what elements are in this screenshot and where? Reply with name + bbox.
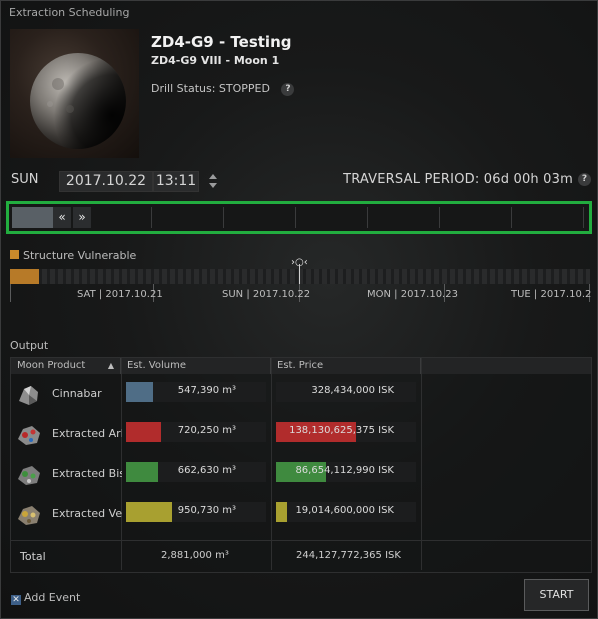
drill-status: Drill Status: STOPPED ? (151, 82, 295, 96)
schedule-row: SUN 2017.10.22 13:11 TRAVERSAL PERIOD: 0… (9, 171, 593, 192)
extracted-ark-ore-icon (15, 421, 43, 449)
table-row[interactable]: Extracted Vel 950,730 m³ 19,014,600,000 … (11, 495, 591, 535)
cinnabar-ore-icon (15, 381, 43, 409)
now-line (299, 264, 300, 284)
price-value: 19,014,600,000 ISK (295, 505, 394, 516)
volume-value: 950,730 m³ (177, 505, 236, 516)
volume-bar (126, 462, 158, 482)
volume-cell: 547,390 m³ (126, 382, 266, 402)
moon-image (10, 29, 139, 158)
add-event-checkbox[interactable]: ✕ Add Event (11, 591, 80, 605)
table-row[interactable]: Cinnabar 547,390 m³ 328,434,000 ISK (11, 375, 591, 415)
spinner-up-icon (209, 174, 217, 179)
volume-value: 662,630 m³ (177, 465, 236, 476)
volume-bar (126, 422, 161, 442)
drill-help-icon[interactable]: ? (281, 82, 295, 96)
timeline-segment (295, 207, 368, 228)
vulnerability-bar (10, 269, 590, 284)
traversal-period: TRAVERSAL PERIOD: 06d 00h 03m (343, 172, 573, 187)
vulnerability-legend: Structure Vulnerable (10, 249, 136, 262)
day-tick (10, 284, 11, 302)
price-value: 138,130,625,375 ISK (289, 425, 394, 436)
total-price: 244,127,772,365 ISK (296, 550, 401, 561)
vulnerability-swatch (10, 250, 19, 259)
extraction-timeline[interactable]: « » (6, 201, 592, 234)
product-name: Extracted Ark (52, 427, 122, 440)
window-title: Extraction Scheduling (9, 6, 130, 19)
volume-cell: 950,730 m³ (126, 502, 266, 522)
day-label-sun: SUN | 2017.10.22 (222, 289, 311, 300)
timeline-segment (12, 207, 152, 228)
header-moon-product-label: Moon Product (17, 360, 86, 371)
volume-value: 547,390 m³ (177, 385, 236, 396)
traversal-help-icon[interactable]: ? (578, 173, 591, 186)
time-field[interactable]: 13:11 (153, 171, 199, 192)
price-cell: 19,014,600,000 ISK (276, 502, 416, 522)
timeline-segment (367, 207, 440, 228)
drill-status-text: Drill Status: STOPPED (151, 82, 270, 95)
price-cell: 328,434,000 ISK (276, 382, 416, 402)
table-row[interactable]: Extracted Ark 720,250 m³ 138,130,625,375… (11, 415, 591, 455)
day-label-mon: MON | 2017.10.23 (367, 289, 458, 300)
structure-name: ZD4-G9 - Testing (151, 33, 292, 51)
product-name: Cinnabar (52, 387, 102, 400)
timeline-segment (511, 207, 584, 228)
volume-cell: 662,630 m³ (126, 462, 266, 482)
total-row: Total 2,881,000 m³ 244,127,772,365 ISK (11, 540, 591, 572)
volume-bar (126, 502, 172, 522)
product-name: Extracted Vel (52, 507, 122, 520)
output-table: Moon Product ▲ Est. Volume Est. Price Ci… (10, 357, 592, 573)
header-moon-product[interactable]: Moon Product ▲ (11, 358, 121, 374)
vulnerable-window (10, 269, 39, 284)
volume-value: 720,250 m³ (177, 425, 236, 436)
total-label: Total (20, 550, 46, 563)
sort-ascending-icon: ▲ (107, 361, 114, 370)
add-event-label: Add Event (24, 591, 81, 604)
day-label-tue: TUE | 2017.10.2 (511, 289, 592, 300)
day-label: SUN (11, 172, 39, 187)
day-label-sat: SAT | 2017.10.21 (77, 289, 163, 300)
timeline-segment (151, 207, 224, 228)
moon-name: ZD4-G9 VIII - Moon 1 (151, 54, 280, 67)
time-spinner[interactable] (208, 172, 218, 190)
date-field[interactable]: 2017.10.22 (59, 171, 153, 192)
extraction-scheduling-window: Extraction Scheduling ZD4-G9 - Testing Z… (0, 0, 598, 619)
timeline-segment (439, 207, 512, 228)
table-row[interactable]: Extracted Bis 662,630 m³ 86,654,112,990 … (11, 455, 591, 495)
volume-cell: 720,250 m³ (126, 422, 266, 442)
timeline-segment (223, 207, 296, 228)
price-bar (276, 502, 287, 522)
spinner-down-icon (209, 183, 217, 188)
product-name: Extracted Bis (52, 467, 122, 480)
header-est-price[interactable]: Est. Price (271, 358, 421, 374)
extracted-vel-ore-icon (15, 501, 43, 529)
price-cell: 138,130,625,375 ISK (276, 422, 416, 442)
price-value: 328,434,000 ISK (311, 385, 394, 396)
output-label: Output (10, 339, 49, 352)
vulnerability-legend-text: Structure Vulnerable (23, 249, 137, 262)
extracted-bis-ore-icon (15, 461, 43, 489)
header-empty (421, 358, 591, 374)
price-value: 86,654,112,990 ISK (295, 465, 394, 476)
checkbox-checked-icon[interactable]: ✕ (11, 595, 21, 605)
start-button[interactable]: START (524, 579, 589, 611)
header-est-volume[interactable]: Est. Volume (121, 358, 271, 374)
total-volume: 2,881,000 m³ (161, 550, 229, 561)
price-cell: 86,654,112,990 ISK (276, 462, 416, 482)
volume-bar (126, 382, 153, 402)
